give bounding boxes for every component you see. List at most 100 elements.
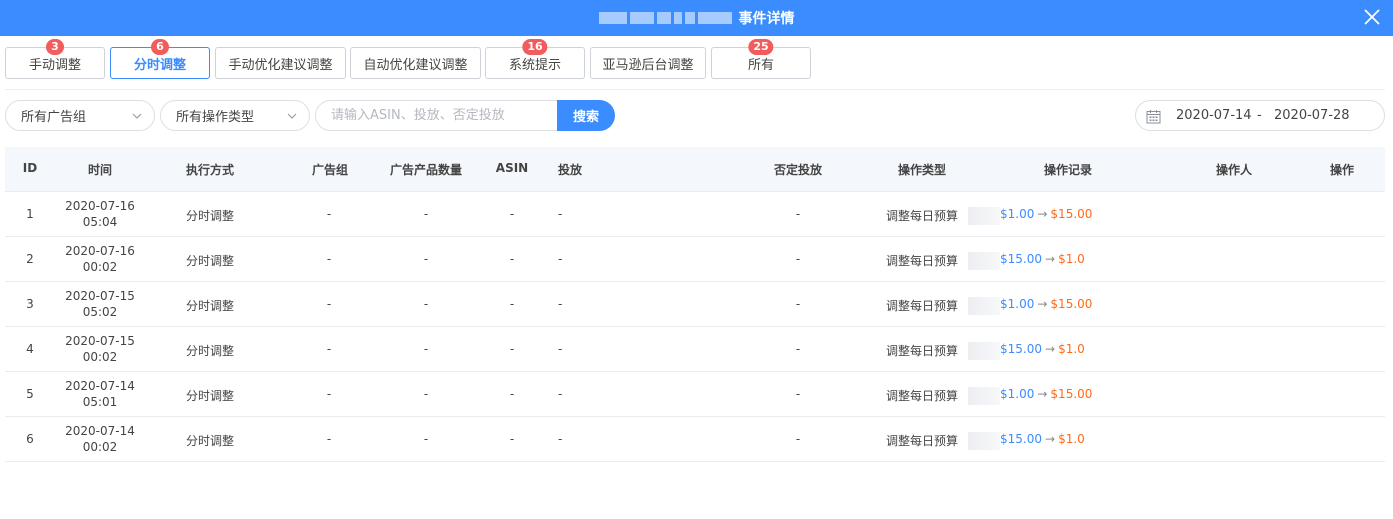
cell-negative-targeting: - [795,252,801,266]
cell-method: 分时调整 [185,434,235,448]
table-row: 2 2020-07-16 00:02 分时调整 - - - - - 调整每日预算 $15.00 → $1… [5,237,1385,282]
column-header-targeting: 投放 [558,163,583,177]
cell-asin: - [509,387,515,401]
cell-negative-targeting: - [795,432,801,446]
redacted-campaign-name [968,207,1000,225]
table-row: 5 2020-07-14 05:01 分时调整 - - - - - 调整每日预算 $1.00 → $15… [5,372,1385,417]
arrow-right-icon: → [1045,432,1056,446]
calendar-icon [1146,110,1161,124]
cell-operation-type: 调整每日预算 [885,299,959,313]
tab-label: 所有 [747,57,774,73]
tab-manual-optimization[interactable]: 手动优化建议调整 [215,47,346,79]
count-badge: 16 [522,39,548,55]
column-header-operation-record: 操作记录 [1043,163,1093,177]
cell-asin: - [509,297,515,311]
operation-type-select-value: 所有操作类型 [176,110,255,125]
cell-time: 2020-07-14 00:02 [60,423,140,455]
cell-clock: 05:01 [82,395,118,409]
date-range-picker[interactable]: 2020-07-14 - 2020-07-28 [1135,100,1385,131]
old-value: $1.00 [1000,297,1035,311]
close-button[interactable] [1361,6,1383,28]
cell-operation-record: $1.00 → $15.00 [1000,207,1092,221]
cell-operation-type: 调整每日预算 [885,389,959,403]
cell-operation-record: $1.00 → $15.00 [1000,297,1092,311]
table-row: 4 2020-07-15 00:02 分时调整 - - - - - 调整每日预算 $15.00 → $1… [5,327,1385,372]
arrow-right-icon: → [1037,387,1048,401]
new-value: $15.00 [1050,207,1093,221]
cell-date: 2020-07-14 [65,424,135,438]
redacted-campaign-name [968,342,1000,360]
cell-date: 2020-07-16 [65,199,135,213]
ad-group-select[interactable]: 所有广告组 [5,100,155,131]
tab-timeshare-adjust[interactable]: 分时调整 6 [110,39,210,79]
table-body: 1 2020-07-16 05:04 分时调整 - - - - - 调整每日预算 $1.00 → $15… [5,192,1385,462]
cell-time: 2020-07-16 05:04 [60,198,140,230]
close-icon [1364,9,1380,25]
operation-type-select[interactable]: 所有操作类型 [160,100,310,131]
new-value: $1.0 [1058,432,1085,446]
cell-method: 分时调整 [185,254,235,268]
new-value: $1.0 [1058,252,1085,266]
cell-clock: 00:02 [82,350,118,364]
cell-ad-group: - [326,252,332,266]
cell-method: 分时调整 [185,389,235,403]
divider [5,89,1385,90]
cell-negative-targeting: - [795,207,801,221]
column-header-actions: 操作 [1329,163,1355,177]
ad-group-select-value: 所有广告组 [21,110,87,125]
end-date[interactable]: 2020-07-28 [1274,108,1350,123]
cell-ad-group: - [326,207,332,221]
cell-product-count: - [423,297,429,311]
cell-method: 分时调整 [185,209,235,223]
old-value: $15.00 [1000,252,1042,266]
cell-product-count: - [423,342,429,356]
tab-label: 亚马逊后台调整 [602,57,694,73]
cell-asin: - [509,252,515,266]
tab-auto-optimization[interactable]: 自动优化建议调整 [350,47,481,79]
column-header-operation-type: 操作类型 [897,163,947,177]
cell-ad-group: - [326,342,332,356]
column-header-negative-targeting: 否定投放 [773,163,823,177]
column-header-id: ID [22,161,38,175]
cell-product-count: - [423,207,429,221]
chevron-down-icon [287,113,297,119]
cell-id: 4 [26,342,34,356]
column-header-product-count: 广告产品数量 [389,163,463,177]
cell-asin: - [509,207,515,221]
tab-label: 系统提示 [508,57,561,73]
cell-ad-group: - [326,297,332,311]
cell-date: 2020-07-14 [65,379,135,393]
cell-operation-record: $15.00 → $1.0 [1000,252,1085,266]
redacted-campaign-name [968,252,1000,270]
old-value: $1.00 [1000,387,1035,401]
table-row: 1 2020-07-16 05:04 分时调整 - - - - - 调整每日预算 $1.00 → $15… [5,192,1385,237]
cell-targeting: - [558,432,563,446]
cell-negative-targeting: - [795,297,801,311]
old-value: $15.00 [1000,342,1042,356]
tab-all[interactable]: 所有 25 [711,39,811,79]
cell-id: 3 [26,297,34,311]
arrow-right-icon: → [1037,207,1048,221]
cell-time: 2020-07-16 00:02 [60,243,140,275]
search-button[interactable]: 搜索 [557,100,615,131]
cell-ad-group: - [326,432,332,446]
cell-id: 5 [26,387,34,401]
cell-clock: 00:02 [82,440,118,454]
tab-label: 分时调整 [133,57,186,73]
cell-date: 2020-07-15 [65,289,135,303]
search-input[interactable] [315,100,558,131]
cell-date: 2020-07-15 [65,334,135,348]
tab-label: 自动优化建议调整 [363,57,468,73]
cell-operation-type: 调整每日预算 [885,434,959,448]
tab-manual-adjust[interactable]: 手动调整 3 [5,39,105,79]
cell-targeting: - [558,387,563,401]
date-separator: - [1257,108,1262,123]
redacted-campaign-name [968,297,1000,315]
tab-amazon-backend[interactable]: 亚马逊后台调整 [590,47,706,79]
tab-system-notice[interactable]: 系统提示 16 [485,39,585,79]
cell-ad-group: - [326,387,332,401]
cell-product-count: - [423,432,429,446]
start-date[interactable]: 2020-07-14 [1176,108,1252,123]
new-value: $15.00 [1050,387,1093,401]
cell-operation-type: 调整每日预算 [885,209,959,223]
